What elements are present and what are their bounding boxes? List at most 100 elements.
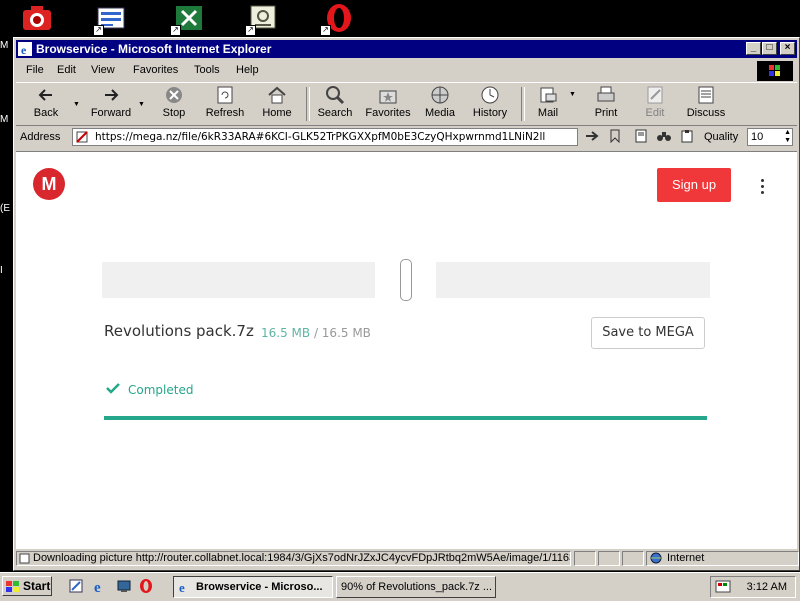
task-download[interactable]: 90% of Revolutions_pack.7z ... bbox=[336, 576, 496, 598]
desktop-label-4: I bbox=[0, 265, 3, 276]
menu-file[interactable]: File bbox=[26, 64, 44, 76]
mail-dropdown-icon[interactable]: ▼ bbox=[569, 91, 576, 98]
total-size: 16.5 MB bbox=[321, 326, 371, 340]
media-label: Media bbox=[425, 107, 455, 119]
task-browservice[interactable]: e Browservice - Microso... bbox=[173, 576, 333, 598]
quicklaunch-ie-icon[interactable]: e bbox=[92, 578, 108, 596]
size-separator: / bbox=[310, 326, 322, 340]
address-label: Address bbox=[20, 131, 61, 143]
quality-value: 10 bbox=[751, 131, 764, 143]
clock: 3:12 AM bbox=[746, 581, 787, 593]
toolbar-separator bbox=[306, 87, 310, 121]
quality-label: Quality bbox=[704, 131, 739, 143]
checkmark-icon bbox=[106, 382, 120, 397]
quality-input[interactable]: 10 ▲ ▼ bbox=[747, 128, 793, 146]
task-browservice-label: Browservice - Microso... bbox=[196, 581, 323, 593]
discuss-label: Discuss bbox=[686, 107, 726, 119]
menu-favorites[interactable]: Favorites bbox=[133, 64, 178, 76]
taskbar: Start e e Browservice - Microso... 90% o… bbox=[0, 572, 800, 601]
search-button[interactable]: Search bbox=[316, 85, 354, 119]
status-message: Downloading picture http://router.collab… bbox=[33, 552, 571, 564]
stop-button[interactable]: Stop bbox=[159, 85, 189, 119]
quicklaunch-network-icon[interactable] bbox=[116, 578, 132, 594]
search-icon bbox=[325, 85, 345, 105]
mail-label: Mail bbox=[537, 107, 559, 119]
clipboard-icon[interactable] bbox=[680, 129, 694, 146]
more-options-icon[interactable] bbox=[761, 179, 765, 197]
status-pane-2 bbox=[574, 551, 596, 566]
menu-bar: File Edit View Favorites Tools Help bbox=[16, 60, 797, 81]
back-arrow-icon bbox=[36, 85, 56, 105]
camera-desktop-icon[interactable] bbox=[20, 2, 54, 34]
maximize-button[interactable]: □ bbox=[762, 42, 777, 55]
zone-label: Internet bbox=[667, 552, 705, 564]
toolbar-separator-2 bbox=[521, 87, 525, 121]
transfer-panel-left bbox=[102, 262, 375, 298]
desktop-label-2: M bbox=[0, 114, 9, 125]
search-label: Search bbox=[317, 107, 353, 119]
page-content: M Sign up Revolutions pack.7z 16.5 MB / … bbox=[16, 151, 797, 549]
edit-button[interactable]: Edit bbox=[640, 85, 670, 119]
quality-spinner-icon[interactable]: ▲ ▼ bbox=[784, 129, 791, 145]
status-page-icon bbox=[19, 553, 30, 565]
system-tray: 3:12 AM bbox=[710, 576, 796, 598]
refresh-icon bbox=[215, 85, 235, 105]
mega-logo[interactable]: M bbox=[33, 168, 65, 200]
favorites-folder-icon bbox=[378, 85, 398, 105]
mail-icon bbox=[538, 85, 558, 105]
minimize-button[interactable]: _ bbox=[746, 42, 761, 55]
quicklaunch-edit-icon[interactable] bbox=[68, 578, 84, 594]
progress-fill bbox=[104, 416, 707, 420]
go-arrow-icon[interactable] bbox=[584, 129, 600, 146]
save-to-mega-button[interactable]: Save to MEGA bbox=[591, 317, 705, 349]
discuss-button[interactable]: Discuss bbox=[684, 85, 728, 119]
task-download-label: 90% of Revolutions_pack.7z ... bbox=[341, 581, 493, 593]
print-button[interactable]: Print bbox=[591, 85, 621, 119]
home-label: Home bbox=[262, 107, 292, 119]
browser-window: e Browservice - Microsoft Internet Explo… bbox=[13, 37, 800, 571]
address-input[interactable]: https://mega.nz/file/6kR33ARA#6KCI-GLK52… bbox=[72, 128, 578, 146]
forward-button[interactable]: Forward bbox=[86, 85, 136, 119]
home-button[interactable]: Home bbox=[260, 85, 294, 119]
tray-app-icon[interactable] bbox=[715, 579, 731, 598]
stop-icon bbox=[164, 85, 184, 105]
transfer-panel-right bbox=[436, 262, 710, 298]
excel-desktop-icon[interactable]: ↗ bbox=[170, 2, 206, 36]
file-size: 16.5 MB / 16.5 MB bbox=[261, 326, 371, 340]
favorites-button[interactable]: Favorites bbox=[363, 85, 413, 119]
drag-handle-icon[interactable] bbox=[400, 259, 412, 301]
network-folder-desktop-icon[interactable]: ↗ bbox=[93, 2, 129, 36]
menu-edit[interactable]: Edit bbox=[57, 64, 76, 76]
quicklaunch-opera-icon[interactable] bbox=[138, 578, 154, 594]
refresh-label: Refresh bbox=[205, 107, 245, 119]
opera-desktop-icon[interactable]: ↗ bbox=[320, 2, 356, 36]
bookmark-icon[interactable] bbox=[608, 129, 622, 146]
address-bar: Address https://mega.nz/file/6kR33ARA#6K… bbox=[16, 126, 797, 148]
history-button[interactable]: History bbox=[471, 85, 509, 119]
refresh-button[interactable]: Refresh bbox=[203, 85, 247, 119]
discuss-icon bbox=[696, 85, 716, 105]
save-page-icon[interactable] bbox=[634, 129, 648, 146]
title-bar[interactable]: e Browservice - Microsoft Internet Explo… bbox=[16, 40, 797, 58]
status-bar: Downloading picture http://router.collab… bbox=[16, 549, 799, 568]
sign-up-button[interactable]: Sign up bbox=[657, 168, 731, 202]
forward-dropdown-icon[interactable]: ▼ bbox=[138, 101, 145, 108]
favorites-label: Favorites bbox=[365, 107, 411, 119]
status-text: Completed bbox=[128, 383, 194, 397]
back-dropdown-icon[interactable]: ▼ bbox=[73, 101, 80, 108]
svg-text:e: e bbox=[21, 43, 27, 56]
address-url: https://mega.nz/file/6kR33ARA#6KCI-GLK52… bbox=[95, 131, 546, 143]
media-button[interactable]: Media bbox=[423, 85, 457, 119]
internet-globe-icon bbox=[650, 552, 662, 565]
menu-help[interactable]: Help bbox=[236, 64, 259, 76]
menu-tools[interactable]: Tools bbox=[194, 64, 220, 76]
file-name: Revolutions pack.7z bbox=[104, 322, 254, 340]
start-button[interactable]: Start bbox=[2, 576, 52, 596]
mail-button[interactable]: Mail bbox=[533, 85, 563, 119]
status-message-pane: Downloading picture http://router.collab… bbox=[16, 551, 571, 566]
certificate-desktop-icon[interactable]: ↗ bbox=[245, 2, 281, 36]
menu-view[interactable]: View bbox=[91, 64, 115, 76]
back-button[interactable]: Back bbox=[26, 85, 66, 119]
find-binoculars-icon[interactable] bbox=[656, 129, 672, 146]
close-button[interactable]: × bbox=[780, 42, 795, 55]
